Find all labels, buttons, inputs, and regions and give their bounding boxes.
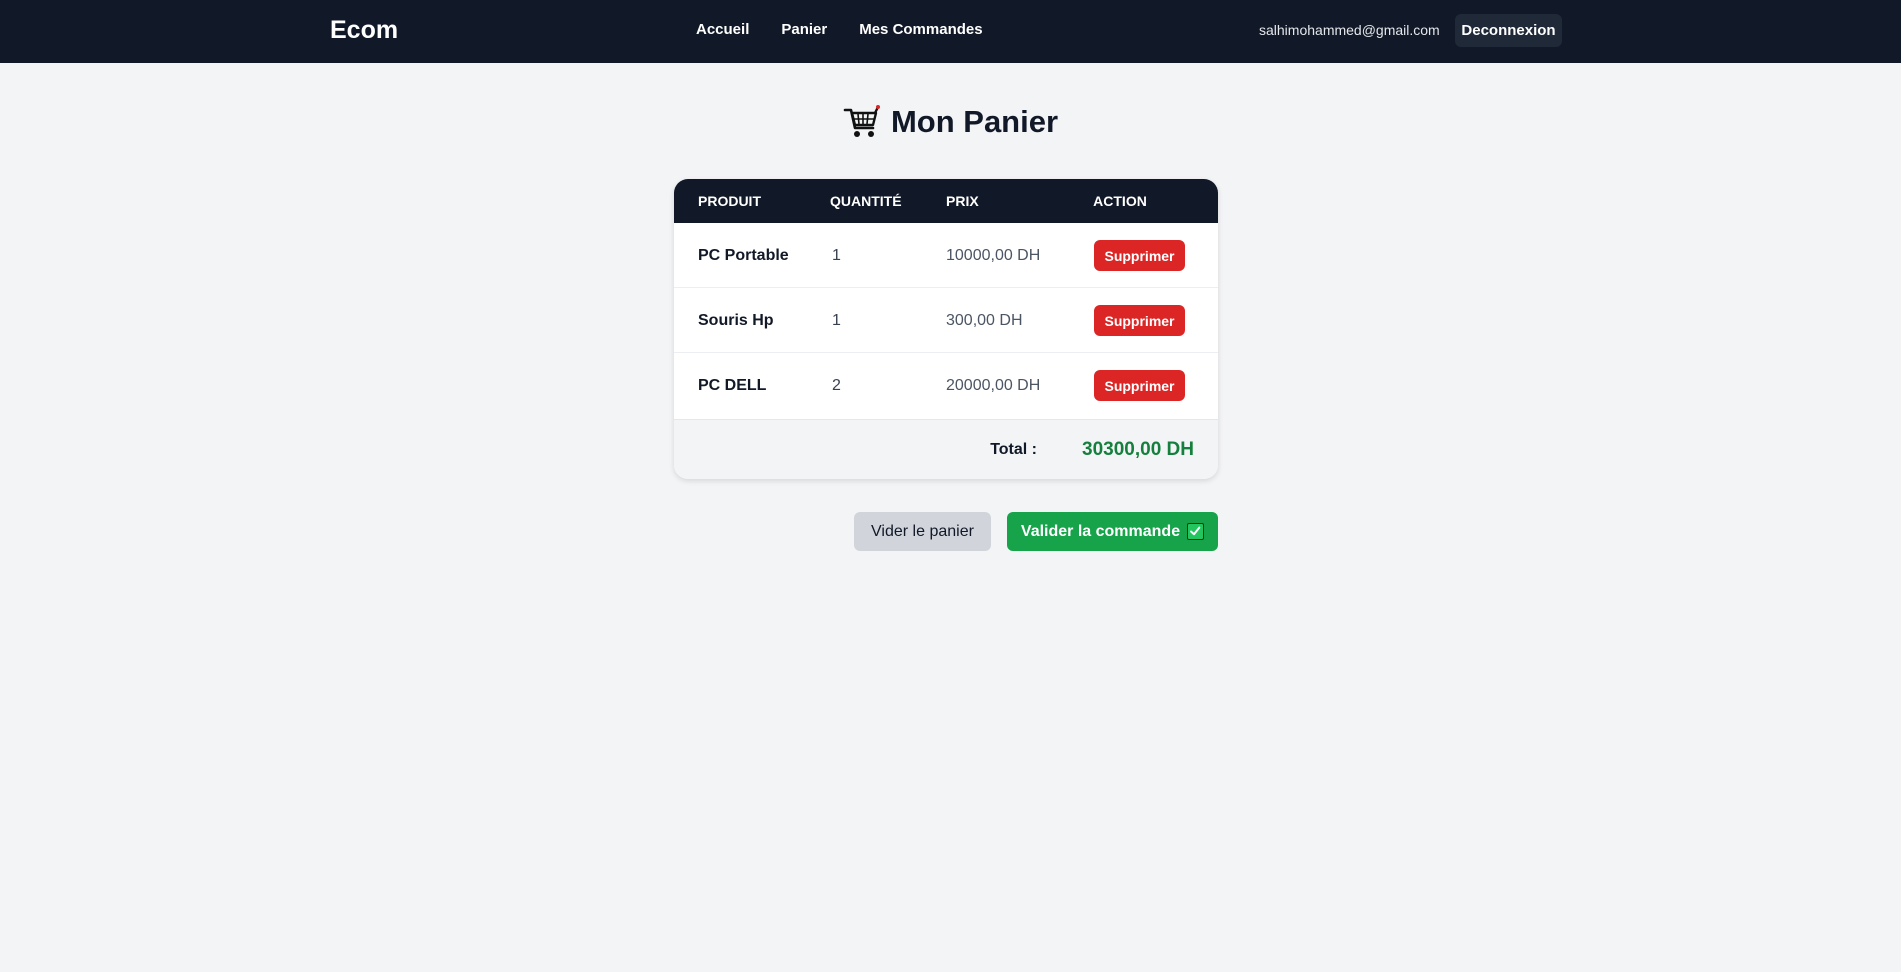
total-label: Total : bbox=[990, 441, 1037, 458]
empty-cart-button[interactable]: Vider le panier bbox=[854, 512, 991, 551]
total-value: 30300,00 DH bbox=[1082, 439, 1194, 460]
navbar: Ecom Accueil Panier Mes Commandes salhim… bbox=[0, 0, 1901, 63]
remove-item-button[interactable]: Supprimer bbox=[1094, 370, 1185, 401]
product-price: 300,00 DH bbox=[946, 312, 1023, 329]
column-header-quantity: QUANTITÉ bbox=[830, 193, 902, 209]
validate-order-label: Valider la commande bbox=[1020, 522, 1181, 540]
page-title-text: Mon Panier bbox=[890, 104, 1059, 139]
cart-table: PRODUIT QUANTITÉ PRIX ACTION PC Portable… bbox=[674, 179, 1218, 479]
table-row: PC Portable 1 10000,00 DH Supprimer bbox=[674, 223, 1218, 288]
check-box-icon bbox=[1187, 523, 1205, 540]
product-price: 20000,00 DH bbox=[946, 377, 1041, 394]
table-row: PC DELL 2 20000,00 DH Supprimer bbox=[674, 353, 1218, 418]
product-name: Souris Hp bbox=[698, 312, 774, 329]
logout-button[interactable]: Deconnexion bbox=[1455, 14, 1562, 47]
column-header-price: PRIX bbox=[946, 193, 979, 209]
nav-link-accueil[interactable]: Accueil bbox=[696, 21, 749, 38]
cart-total-row: Total : 30300,00 DH bbox=[674, 419, 1218, 479]
cart-table-header: PRODUIT QUANTITÉ PRIX ACTION bbox=[674, 179, 1218, 223]
product-quantity: 1 bbox=[832, 247, 841, 264]
nav-link-panier[interactable]: Panier bbox=[781, 21, 827, 38]
table-row: Souris Hp 1 300,00 DH Supprimer bbox=[674, 288, 1218, 353]
product-price: 10000,00 DH bbox=[946, 247, 1041, 264]
nav-link-mes-commandes[interactable]: Mes Commandes bbox=[859, 21, 982, 38]
validate-order-button[interactable]: Valider la commande bbox=[1007, 512, 1218, 551]
product-name: PC DELL bbox=[698, 377, 767, 394]
brand-logo[interactable]: Ecom bbox=[330, 16, 398, 45]
product-quantity: 1 bbox=[832, 312, 841, 329]
remove-item-button[interactable]: Supprimer bbox=[1094, 305, 1185, 336]
user-email: salhimohammed@gmail.com bbox=[1259, 22, 1440, 38]
page-title: Mon Panier bbox=[0, 104, 1901, 140]
product-quantity: 2 bbox=[832, 377, 841, 394]
shopping-cart-icon bbox=[843, 104, 881, 140]
nav-links: Accueil Panier Mes Commandes bbox=[696, 21, 983, 38]
product-name: PC Portable bbox=[698, 247, 789, 264]
remove-item-button[interactable]: Supprimer bbox=[1094, 240, 1185, 271]
column-header-action: ACTION bbox=[1093, 193, 1147, 209]
column-header-product: PRODUIT bbox=[698, 193, 761, 209]
